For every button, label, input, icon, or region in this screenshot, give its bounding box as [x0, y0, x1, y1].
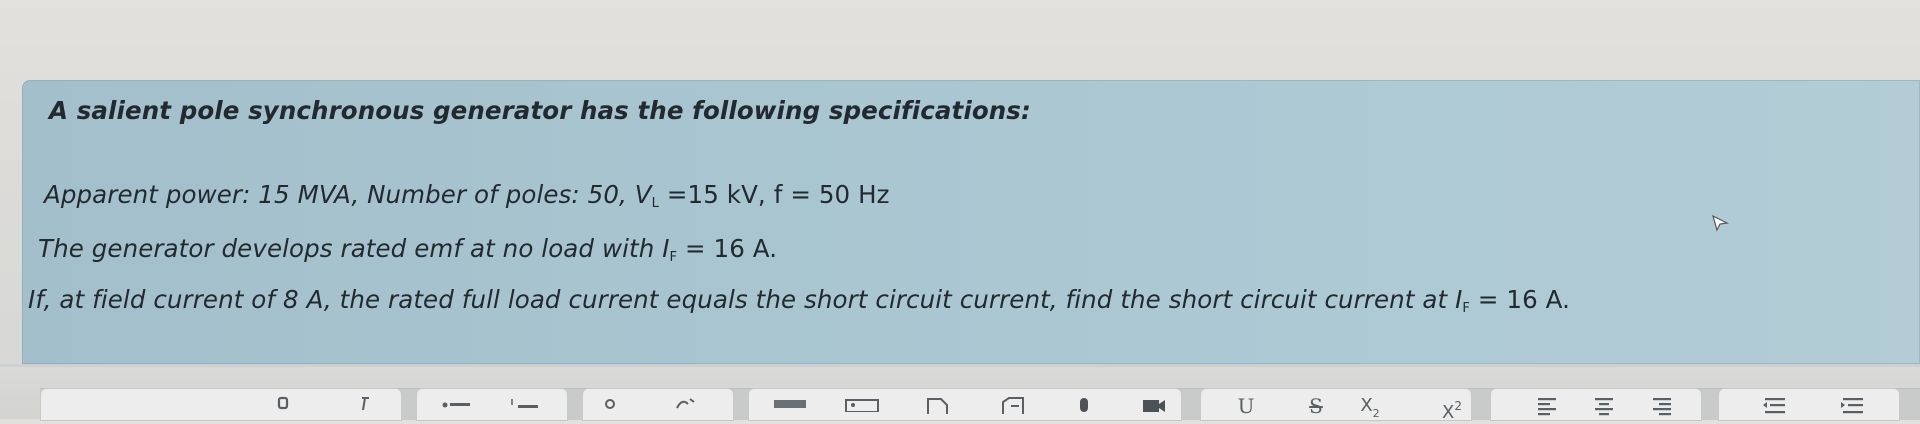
align-left-icon [1536, 396, 1560, 416]
question-line-2-suffix: =15 kV, f = 50 Hz [659, 180, 890, 209]
media-button[interactable] [844, 396, 880, 419]
italic-button[interactable] [346, 396, 382, 419]
question-line-2-sub: L [651, 196, 659, 211]
image-icon [773, 396, 807, 408]
bold-icon [277, 396, 291, 412]
question-line-4-suffix: = 16 A. [1470, 285, 1570, 314]
align-center-icon [1592, 396, 1616, 416]
strikethrough-icon: S [1309, 394, 1323, 418]
question-line-3: The generator develops rated emf at no l… [38, 234, 777, 265]
underline-button[interactable]: U [1228, 396, 1264, 419]
formula-icon [999, 396, 1033, 414]
link-button[interactable] [594, 396, 630, 419]
mic-icon [1077, 396, 1091, 416]
video-icon [1142, 396, 1166, 412]
underline-icon: U [1237, 394, 1255, 418]
subscript-mark: 2 [1372, 407, 1380, 420]
question-line-3-suffix: = 16 A. [677, 234, 778, 263]
formula-button[interactable] [998, 396, 1034, 419]
video-button[interactable] [1136, 396, 1172, 419]
question-line-1: A salient pole synchronous generator has… [49, 96, 1031, 125]
link-icon [604, 396, 620, 410]
italic-icon [358, 396, 370, 412]
media-icon [845, 396, 879, 412]
indent-icon [1839, 396, 1865, 416]
question-line-3-prefix: The generator develops rated emf at no l… [38, 234, 670, 263]
unlink-button[interactable] [668, 396, 704, 419]
superscript-button[interactable]: X2 [1434, 396, 1470, 423]
superscript-mark: 2 [1454, 399, 1462, 413]
superscript-base: X [1442, 402, 1455, 423]
bullet-list-button[interactable] [438, 396, 474, 419]
bullet-list-icon [441, 396, 471, 410]
subscript-button[interactable]: X2 [1352, 396, 1388, 421]
toolbar-group-indent [1718, 388, 1900, 421]
question-line-2: Apparent power: 15 MVA, Number of poles:… [44, 180, 890, 211]
question-line-3-sub: F [669, 250, 678, 265]
indent-button[interactable] [1834, 396, 1870, 419]
question-line-4-sub: F [1462, 301, 1470, 316]
bold-button[interactable] [266, 396, 302, 419]
file-icon [925, 396, 951, 414]
numbered-list-button[interactable] [506, 396, 542, 419]
outdent-icon [1761, 396, 1787, 416]
strikethrough-button[interactable]: S [1298, 396, 1334, 419]
cursor-icon [1711, 214, 1729, 232]
align-left-button[interactable] [1530, 396, 1566, 419]
subscript-icon: X2 [1360, 396, 1379, 424]
question-line-4: If, at field current of 8 A, the rated f… [28, 285, 1570, 316]
toolbar-group-media [748, 388, 1182, 421]
outdent-button[interactable] [1756, 396, 1792, 419]
question-line-2-prefix: Apparent power: 15 MVA, Number of poles:… [44, 180, 652, 209]
align-center-button[interactable] [1586, 396, 1622, 419]
numbered-list-icon [509, 396, 539, 414]
subscript-base: X [1360, 395, 1373, 416]
image-button[interactable] [772, 396, 808, 419]
question-line-1-text: A salient pole synchronous generator has… [49, 96, 1031, 125]
unlink-icon [674, 396, 698, 412]
question-line-4-prefix: If, at field current of 8 A, the rated f… [28, 285, 1463, 314]
align-right-button[interactable] [1644, 396, 1680, 419]
mic-button[interactable] [1066, 396, 1102, 419]
align-right-icon [1650, 396, 1674, 416]
file-button[interactable] [920, 396, 956, 419]
